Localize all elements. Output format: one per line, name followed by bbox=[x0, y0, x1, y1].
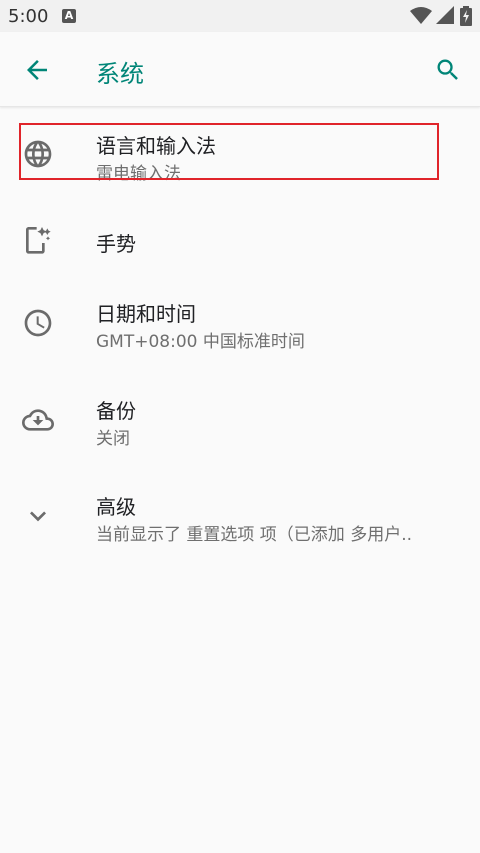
arrow-back-icon[interactable] bbox=[22, 55, 52, 85]
gesture-phone-icon bbox=[26, 227, 51, 254]
a-icon: A bbox=[62, 9, 76, 23]
app-toolbar: 系统 bbox=[0, 32, 480, 107]
item-title: 高级 bbox=[96, 495, 136, 519]
item-subtitle: 当前显示了 重置选项 项（已添加 多用户.. bbox=[96, 525, 413, 545]
wifi-icon bbox=[410, 7, 432, 24]
settings-item-backup[interactable]: 备份 关闭 bbox=[0, 387, 480, 457]
selection-highlight bbox=[19, 123, 439, 180]
cloud-backup-icon bbox=[22, 409, 54, 431]
item-subtitle: GMT+08:00 中国标准时间 bbox=[96, 332, 305, 352]
settings-item-date-time[interactable]: 日期和时间 GMT+08:00 中国标准时间 bbox=[0, 290, 480, 360]
item-subtitle: 关闭 bbox=[96, 429, 130, 449]
chevron-down-icon bbox=[30, 511, 46, 522]
status-time: 5:00 bbox=[8, 6, 49, 27]
clock-icon bbox=[24, 309, 52, 337]
status-bar: 5:00 A bbox=[0, 0, 480, 32]
search-icon[interactable] bbox=[434, 56, 462, 84]
page-title: 系统 bbox=[96, 60, 144, 88]
signal-icon bbox=[436, 6, 454, 24]
item-title: 手势 bbox=[96, 232, 136, 256]
item-title: 备份 bbox=[96, 399, 136, 423]
settings-item-advanced[interactable]: 高级 当前显示了 重置选项 项（已添加 多用户.. bbox=[0, 483, 480, 553]
settings-item-gestures[interactable]: 手势 bbox=[0, 205, 480, 275]
battery-charging-icon bbox=[460, 6, 472, 26]
item-title: 日期和时间 bbox=[96, 302, 196, 326]
